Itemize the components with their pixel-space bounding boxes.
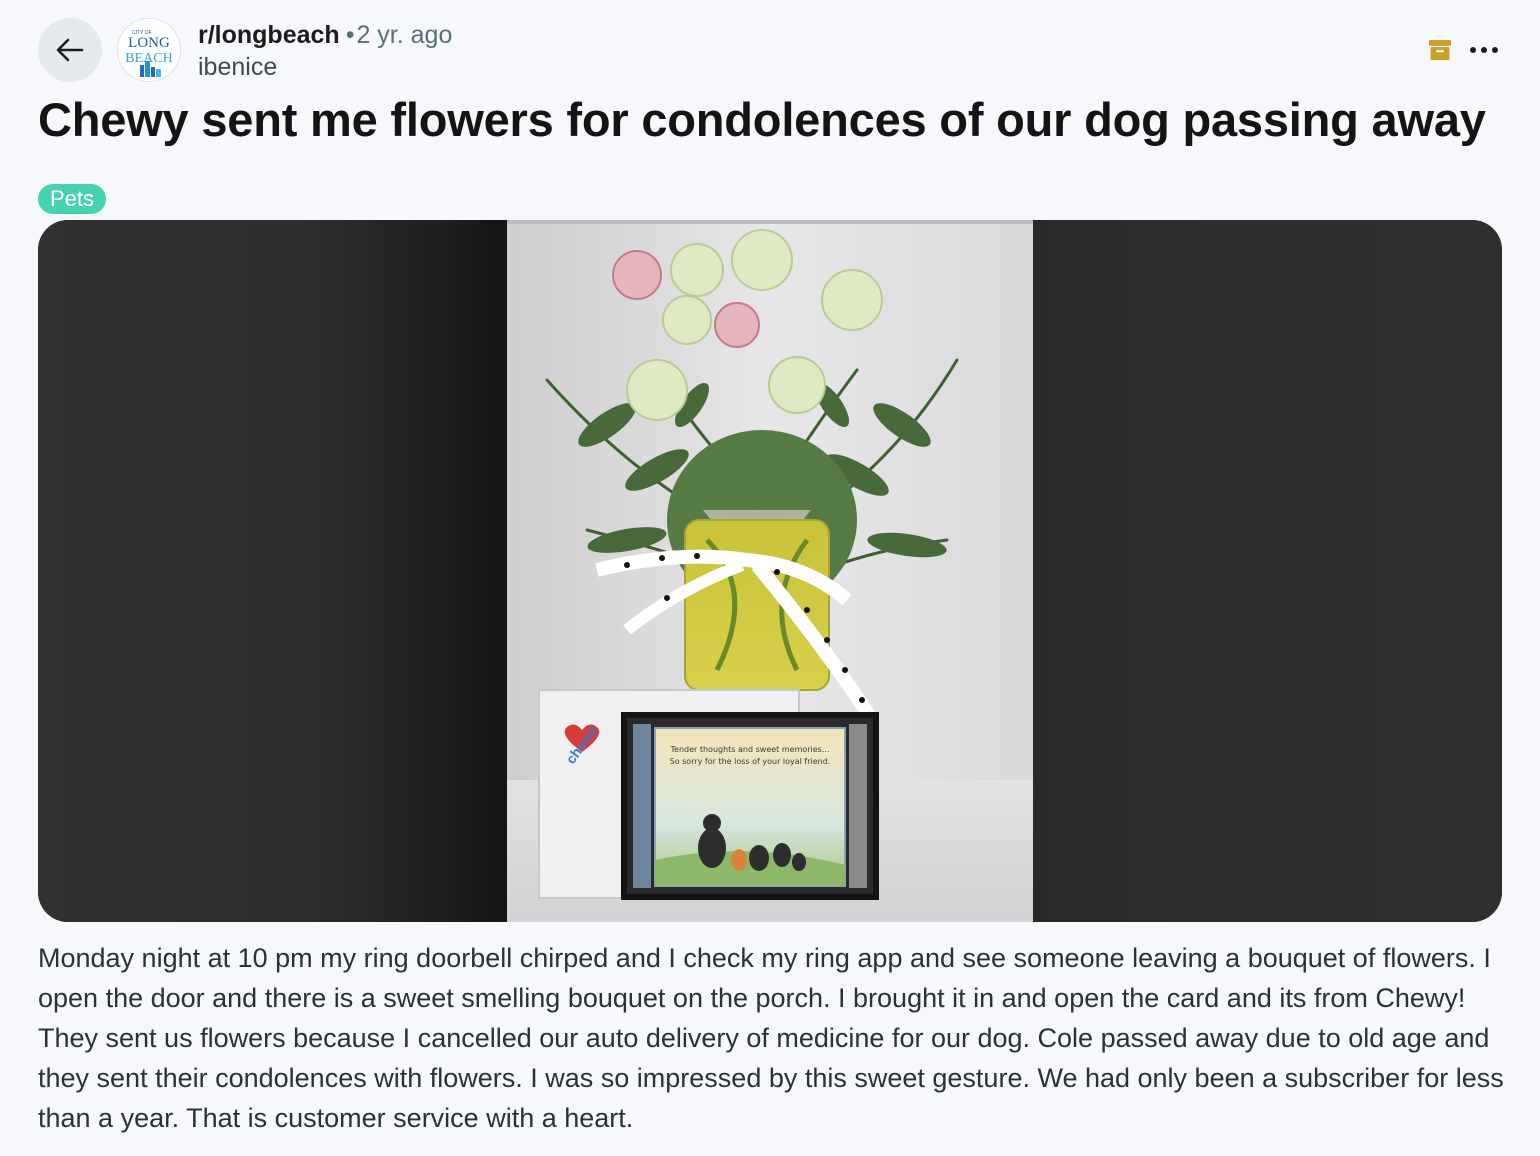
media-blur-left bbox=[38, 220, 508, 922]
subreddit-link[interactable]: r/longbeach bbox=[198, 21, 340, 49]
card-text-line2: So sorry for the loss of your loyal frie… bbox=[670, 757, 831, 766]
long-beach-logo: CITY OF LONG BEACH bbox=[118, 19, 180, 81]
author-link[interactable]: ibenice bbox=[198, 52, 277, 82]
more-options-icon bbox=[1470, 47, 1498, 53]
arrow-left-icon bbox=[56, 38, 84, 62]
more-options-button[interactable] bbox=[1466, 34, 1502, 66]
back-button[interactable] bbox=[38, 18, 102, 82]
post-title[interactable]: Chewy sent me flowers for condolences of… bbox=[38, 92, 1486, 148]
archive-icon bbox=[1429, 40, 1451, 60]
post-image[interactable]: chewy Tender thoughts and sweet memories… bbox=[507, 220, 1033, 922]
meta-separator: • bbox=[345, 21, 355, 49]
post-page: CITY OF LONG BEACH r/longbeach •2 yr. ago… bbox=[0, 0, 1540, 1156]
post-meta: r/longbeach •2 yr. ago bbox=[198, 20, 452, 50]
logo-word-long: LONG bbox=[128, 35, 170, 51]
card-text-line1: Tender thoughts and sweet memories... bbox=[670, 745, 830, 754]
post-age: 2 yr. ago bbox=[356, 21, 453, 49]
post-flair[interactable]: Pets bbox=[38, 184, 107, 214]
media-blur-right bbox=[1033, 220, 1502, 922]
post-media: chewy Tender thoughts and sweet memories… bbox=[38, 220, 1502, 922]
subreddit-avatar[interactable]: CITY OF LONG BEACH bbox=[117, 18, 181, 82]
post-body: Monday night at 10 pm my ring doorbell c… bbox=[38, 943, 1504, 1133]
